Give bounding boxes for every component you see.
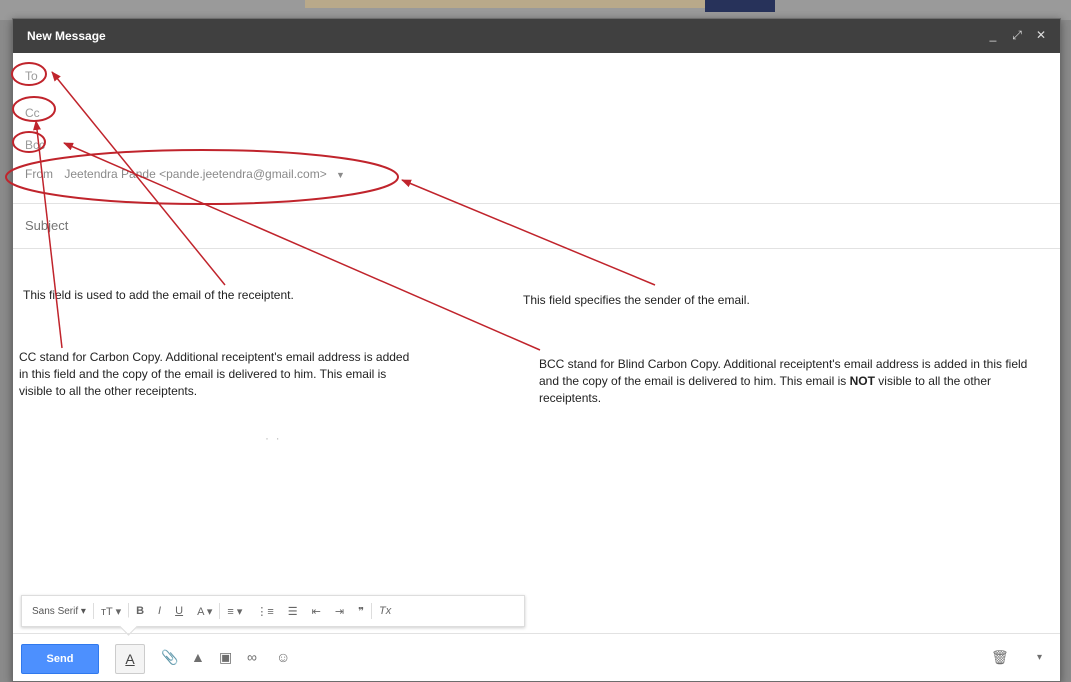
font-family-select[interactable]: Sans Serif ▾ (22, 606, 93, 617)
compose-titlebar[interactable]: New Message _ ⤢ ✕ (13, 19, 1060, 53)
background-strip (0, 0, 1071, 20)
send-button[interactable]: Send (21, 644, 99, 674)
bcc-annotation-text: BCC stand for Blind Carbon Copy. Additio… (539, 357, 1028, 405)
text-color-icon[interactable]: A ▾ (190, 605, 219, 618)
insert-link-icon[interactable]: ∞ (247, 649, 257, 665)
formatting-toolbar: Sans Serif ▾ тT ▾ B I U A ▾ ≡ ▾ ⋮≡ ☰ ⇤ ⇥… (21, 595, 525, 636)
emoji-icon[interactable]: ☺ (276, 649, 290, 665)
from-dropdown-icon[interactable]: ▼ (336, 170, 345, 180)
close-icon[interactable]: ✕ (1033, 27, 1049, 43)
numbered-list-icon[interactable]: ⋮≡ (249, 605, 280, 618)
body-marker: · · (265, 431, 280, 445)
from-address: Jeetendra Pande <pande.jeetendra@gmail.c… (64, 167, 327, 181)
expand-icon[interactable]: ⤢ (1009, 27, 1025, 43)
from-label: From (25, 167, 53, 181)
to-field-label[interactable]: To (25, 69, 38, 83)
attach-file-icon[interactable]: 📎 (161, 649, 178, 666)
align-icon[interactable]: ≡ ▾ (220, 605, 249, 618)
cc-field-label[interactable]: Cc (25, 106, 40, 120)
subject-input[interactable] (23, 217, 927, 234)
underline-icon[interactable]: U (168, 605, 190, 617)
bold-icon[interactable]: B (129, 605, 151, 617)
indent-less-icon[interactable]: ⇤ (305, 605, 328, 618)
insert-photo-icon[interactable]: ▣ (219, 649, 232, 666)
from-field[interactable]: From Jeetendra Pande <pande.jeetendra@gm… (25, 167, 345, 181)
bulleted-list-icon[interactable]: ☰ (281, 605, 305, 618)
quote-icon[interactable]: ❞ (351, 605, 371, 618)
divider (13, 633, 1060, 634)
background-bar-dark (705, 0, 775, 12)
bcc-field-label[interactable]: Bcc (25, 138, 45, 152)
indent-more-icon[interactable]: ⇥ (328, 605, 351, 618)
trash-icon[interactable]: 🗑 (991, 649, 1009, 666)
compose-title: New Message (27, 29, 106, 43)
divider (13, 248, 1060, 249)
more-options-icon[interactable]: ▾ (1037, 652, 1042, 663)
compose-window: New Message _ ⤢ ✕ To Cc Bcc From Jeetend… (12, 18, 1061, 682)
to-annotation-text: This field is used to add the email of t… (23, 288, 294, 302)
from-annotation-text: This field specifies the sender of the e… (523, 293, 750, 307)
remove-formatting-icon[interactable]: Tx (372, 605, 398, 617)
cc-annotation-text: CC stand for Carbon Copy. Additional rec… (19, 350, 410, 398)
font-size-icon[interactable]: тT ▾ (94, 605, 128, 618)
divider (13, 203, 1060, 204)
formatting-options-icon[interactable]: A (115, 644, 145, 674)
italic-icon[interactable]: I (151, 605, 168, 617)
compose-actions: Send A 📎 ▲ ▣ ∞ ☺ 🗑 ▾ (13, 635, 1060, 675)
font-caret-icon: ▾ (80, 605, 86, 617)
drive-icon[interactable]: ▲ (191, 649, 205, 665)
minimize-icon[interactable]: _ (985, 27, 1001, 43)
